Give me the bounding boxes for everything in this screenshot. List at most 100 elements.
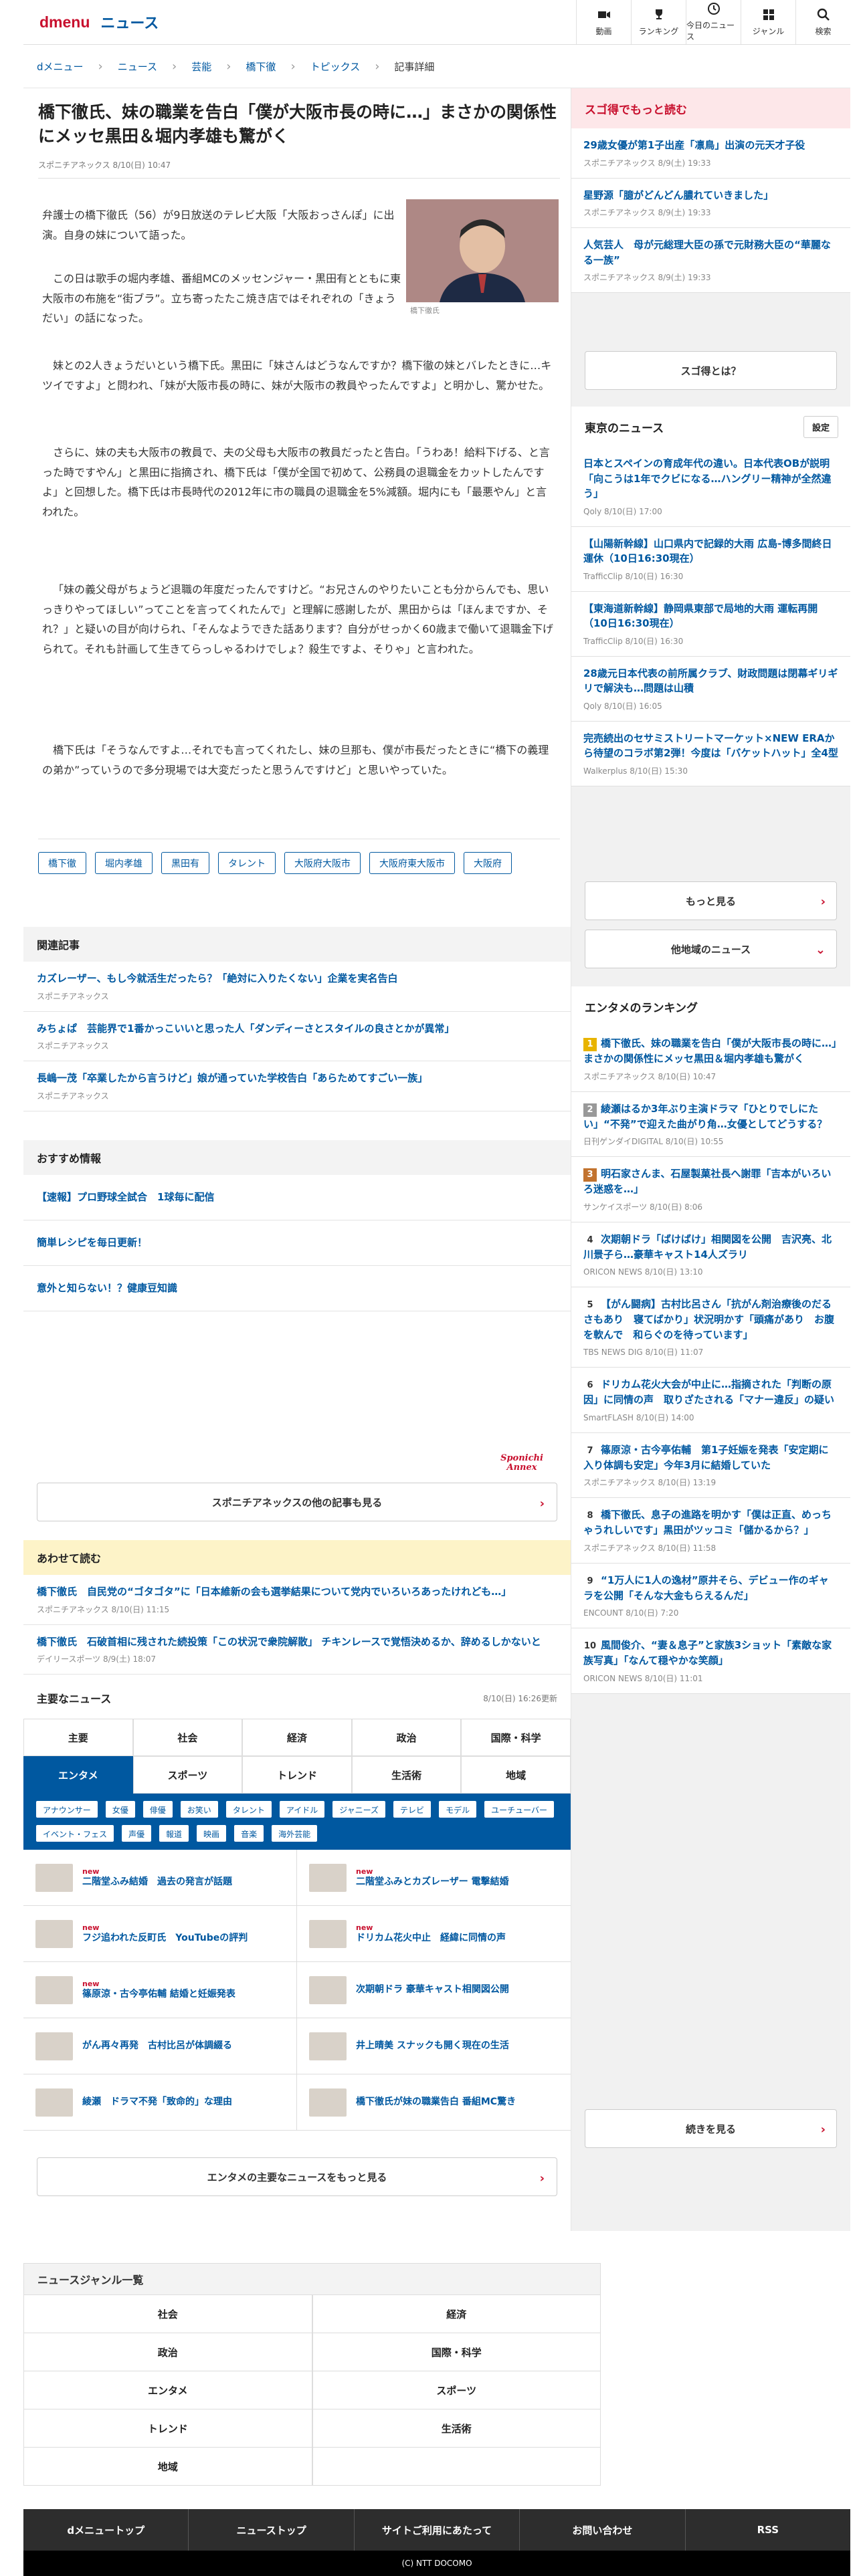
settings-button[interactable]: 設定 — [803, 416, 838, 438]
item-title[interactable]: 綾瀬はるか3年ぶり主演ドラマ「ひとりでしにたい」“不発”で迎えた曲がり角…女優と… — [583, 1103, 827, 1130]
list-item[interactable]: 【山陽新幹線】山口県内で記録的大雨 広島-博多間終日運休（10日16:30現在）… — [571, 526, 850, 592]
sub-tag[interactable]: 報道 — [159, 1824, 190, 1842]
ranking-item[interactable]: 4 次期朝ドラ「ばけばけ」相関図を公開 吉沢亮、北川景子ら…豪華キャスト14人ズラ… — [571, 1222, 850, 1287]
list-item[interactable]: 日本とスペインの育成年代の違い。日本代表OBが説明「向こうは1年でクビになる…ハ… — [571, 447, 850, 527]
ranking-item[interactable]: 9 “1万人に1人の逸材”原井そら、デビュー作のギャラを公開「そんな大金もらえるん… — [571, 1563, 850, 1628]
list-item[interactable]: 完売続出のセサミストリートマーケット×NEW ERAから待望のコラボ第2弾！今度… — [571, 721, 850, 786]
ranking-item[interactable]: 8 橋下徹氏、息子の進路を明かす「僕は正直、めっちゃうれしいです」黒田がツッコミ「… — [571, 1498, 850, 1564]
tab-economy[interactable]: 経済 — [242, 1719, 352, 1756]
genre-button[interactable]: ジャンル — [741, 0, 795, 44]
list-item[interactable]: みちょぱ 芸能界で1番かっこいいと思った人「ダンディーさとスタイルの良さとかが異… — [23, 1012, 571, 1061]
tag[interactable]: 大阪府 — [464, 852, 512, 874]
news-title[interactable]: 綾瀬 ドラマ不発「致命的」な理由 — [82, 2097, 232, 2107]
genre-link[interactable]: 社会 — [23, 2295, 312, 2333]
item-title[interactable]: 篠原涼・古今亭佑輔 第1子妊娠を発表「安定期に入り体調も安定」今年3月に結婚して… — [583, 1444, 828, 1471]
news-cell[interactable]: new フジ追われた反町氏 YouTubeの評判 — [23, 1906, 297, 1962]
item-title[interactable]: 完売続出のセサミストリートマーケット×NEW ERAから待望のコラボ第2弾！今度… — [583, 731, 838, 761]
ranking-item[interactable]: 7 篠原涼・古今亭佑輔 第1子妊娠を発表「安定期に入り体調も安定」今年3月に結婚し… — [571, 1432, 850, 1498]
sugotoku-about-button[interactable]: スゴ得とは？ — [585, 351, 837, 390]
item-title[interactable]: 風間俊介、“妻＆息子”と家族3ショット「素敵な家族写真」「なんて穏やかな笑顔」 — [583, 1639, 832, 1667]
footer-link[interactable]: dメニュートップ — [23, 2509, 189, 2551]
sub-tag[interactable]: 音楽 — [233, 1824, 265, 1842]
genre-link[interactable]: 国際・科学 — [312, 2333, 601, 2371]
list-item[interactable]: 簡単レシピを毎日更新！ — [23, 1220, 571, 1266]
genre-link[interactable]: 地域 — [23, 2448, 312, 2486]
item-title[interactable]: 橋下徹氏 石破首相に残された続投策「この状況で衆院解散」 チキンレースで覚悟決め… — [37, 1634, 557, 1650]
item-title[interactable]: カズレーザー、もし今就活生だったら？「絶対に入りたくない」企業を実名告白 — [37, 971, 557, 986]
sub-tag[interactable]: 俳優 — [142, 1800, 173, 1818]
tab-local[interactable]: 地域 — [461, 1756, 571, 1794]
item-title[interactable]: 【速報】プロ野球全試合 1球毎に配信 — [37, 1190, 557, 1205]
tab-sports[interactable]: スポーツ — [132, 1756, 243, 1794]
news-logo[interactable]: ニュース — [100, 11, 159, 33]
article-photo[interactable] — [406, 199, 559, 302]
item-title[interactable]: “1万人に1人の逸材”原井そら、デビュー作のギャラを公開「そんな大金もらえるんだ… — [583, 1574, 829, 1602]
item-title[interactable]: 明石家さんま、石屋製菓社長へ謝罪「吉本がいろいろ迷惑を…」 — [583, 1168, 831, 1195]
ranking-item[interactable]: 1 橋下徹氏、妹の職業を告白「僕が大阪市長の時に…」まさかの関係性にメッセ黒田＆堀… — [571, 1027, 850, 1092]
ranking-item[interactable]: 3 明石家さんま、石屋製菓社長へ謝罪「吉本がいろいろ迷惑を…」 サンケイスポーツ 8… — [571, 1157, 850, 1222]
other-region-button[interactable]: 他地域のニュース ⌄ — [585, 930, 837, 968]
item-title[interactable]: 【東海道新幹線】静岡県東部で局地的大雨 運転再開（10日16:30現在） — [583, 601, 838, 631]
genre-link[interactable]: スポーツ — [312, 2371, 601, 2409]
video-button[interactable]: 動画 — [576, 0, 631, 44]
item-title[interactable]: 29歳女優が第1子出産「凛鳥」出演の元天才子役 — [583, 138, 838, 153]
tag[interactable]: 黒田有 — [161, 852, 209, 874]
genre-link[interactable]: 経済 — [312, 2295, 601, 2333]
item-title[interactable]: 【がん闘病】古村比呂さん「抗がん剤治療後のだるさもあり 寝てばかり」状況明かす「… — [583, 1298, 834, 1341]
news-cell[interactable]: 綾瀬 ドラマ不発「致命的」な理由 — [23, 2074, 297, 2131]
list-item[interactable]: 星野源「臆がどんどん膿れていきました」 スポニチアネックス 8/9(土) 19:3… — [571, 178, 850, 228]
sub-tag[interactable]: アイドル — [278, 1800, 326, 1818]
dmenu-logo[interactable]: dmenu — [39, 13, 90, 31]
list-item[interactable]: 28歳元日本代表の前所属クラブ、財政問題は閉幕ギリギリで解決も…問題は山積 Qol… — [571, 656, 850, 722]
breadcrumb-hashimoto[interactable]: 橋下徹 — [246, 60, 276, 74]
ranking-button[interactable]: ランキング — [631, 0, 686, 44]
sub-tag[interactable]: ユーチューバー — [484, 1800, 555, 1818]
list-item[interactable]: 【東海道新幹線】静岡県東部で局地的大雨 運転再開（10日16:30現在） Traf… — [571, 591, 850, 657]
breadcrumb-topics[interactable]: トピックス — [310, 60, 361, 74]
breadcrumb-dmenu[interactable]: dメニュー — [37, 60, 84, 74]
tag[interactable]: 堀内孝雄 — [95, 852, 153, 874]
list-item[interactable]: 意外と知らない！？健康豆知識 — [23, 1266, 571, 1311]
tab-world-science[interactable]: 国際・科学 — [461, 1719, 571, 1756]
sub-tag[interactable]: タレント — [225, 1800, 272, 1818]
item-title[interactable]: 日本とスペインの育成年代の違い。日本代表OBが説明「向こうは1年でクビになる…ハ… — [583, 456, 838, 502]
list-item[interactable]: 29歳女優が第1子出産「凛鳥」出演の元天才子役 スポニチアネックス 8/9(土) … — [571, 128, 850, 179]
sub-tag[interactable]: お笑い — [179, 1800, 219, 1818]
sub-tag[interactable]: 声優 — [121, 1824, 153, 1842]
news-cell[interactable]: new 篠原涼・古今亭佑輔 結婚と妊娠発表 — [23, 1962, 297, 2018]
tab-entertainment[interactable]: エンタメ — [23, 1756, 133, 1794]
footer-link[interactable]: ニューストップ — [189, 2509, 355, 2551]
footer-link[interactable]: RSS — [686, 2509, 850, 2551]
news-cell[interactable]: 次期朝ドラ 豪華キャスト相関図公開 — [297, 1962, 571, 2018]
sub-tag[interactable]: 女優 — [104, 1800, 136, 1818]
news-title[interactable]: 二階堂ふみとカズレーザー 電撃結婚 — [356, 1876, 509, 1887]
news-cell[interactable]: new 二階堂ふみ結婚 過去の発言が話題 — [23, 1850, 297, 1906]
tokyo-more-button[interactable]: もっと見る › — [585, 881, 837, 920]
tab-trend[interactable]: トレンド — [242, 1756, 352, 1794]
list-item[interactable]: 橋下徹氏 石破首相に残された続投策「この状況で衆院解散」 チキンレースで覚悟決め… — [23, 1625, 571, 1675]
tab-politics[interactable]: 政治 — [351, 1719, 462, 1756]
tab-lifestyle[interactable]: 生活術 — [351, 1756, 462, 1794]
tag[interactable]: 大阪府東大阪市 — [369, 852, 455, 874]
sub-tag[interactable]: 映画 — [196, 1824, 227, 1842]
footer-link[interactable]: サイトご利用にあたって — [355, 2509, 520, 2551]
sub-tag[interactable]: テレビ — [393, 1800, 432, 1818]
item-title[interactable]: 橋下徹氏、息子の進路を明かす「僕は正直、めっちゃうれしいです」黒田がツッコミ「儲… — [583, 1509, 832, 1536]
news-title[interactable]: 二階堂ふみ結婚 過去の発言が話題 — [82, 1876, 232, 1887]
breadcrumb-geinou[interactable]: 芸能 — [191, 60, 211, 74]
footer-link[interactable]: お問い合わせ — [520, 2509, 686, 2551]
logo[interactable]: dmenu ニュース — [39, 11, 159, 33]
tag[interactable]: 大阪府大阪市 — [284, 852, 361, 874]
list-item[interactable]: カズレーザー、もし今就活生だったら？「絶対に入りたくない」企業を実名告白 スポニチ… — [23, 962, 571, 1012]
sub-tag[interactable]: ジャニーズ — [332, 1800, 387, 1818]
more-entertainment-button[interactable]: エンタメの主要なニュースをもっと見る › — [37, 2157, 557, 2196]
item-title[interactable]: 28歳元日本代表の前所属クラブ、財政問題は閉幕ギリギリで解決も…問題は山積 — [583, 666, 838, 696]
news-title[interactable]: 次期朝ドラ 豪華キャスト相関図公開 — [356, 1984, 509, 1995]
news-title[interactable]: がん再々再発 古村比呂が体調綴る — [82, 2040, 232, 2051]
news-cell[interactable]: 井上晴美 スナックも開く現在の生活 — [297, 2018, 571, 2074]
news-title[interactable]: 井上晴美 スナックも開く現在の生活 — [356, 2040, 509, 2051]
news-title[interactable]: フジ追われた反町氏 YouTubeの評判 — [82, 1933, 248, 1943]
ranking-item[interactable]: 10 風間俊介、“妻＆息子”と家族3ショット「素敵な家族写真」「なんて穏やかな笑顔… — [571, 1628, 850, 1694]
item-title[interactable]: ドリカム花火大会が中止に…指摘された「判断の原因」に同情の声 取りざたされる「マ… — [583, 1378, 834, 1406]
news-cell[interactable]: がん再々再発 古村比呂が体調綴る — [23, 2018, 297, 2074]
